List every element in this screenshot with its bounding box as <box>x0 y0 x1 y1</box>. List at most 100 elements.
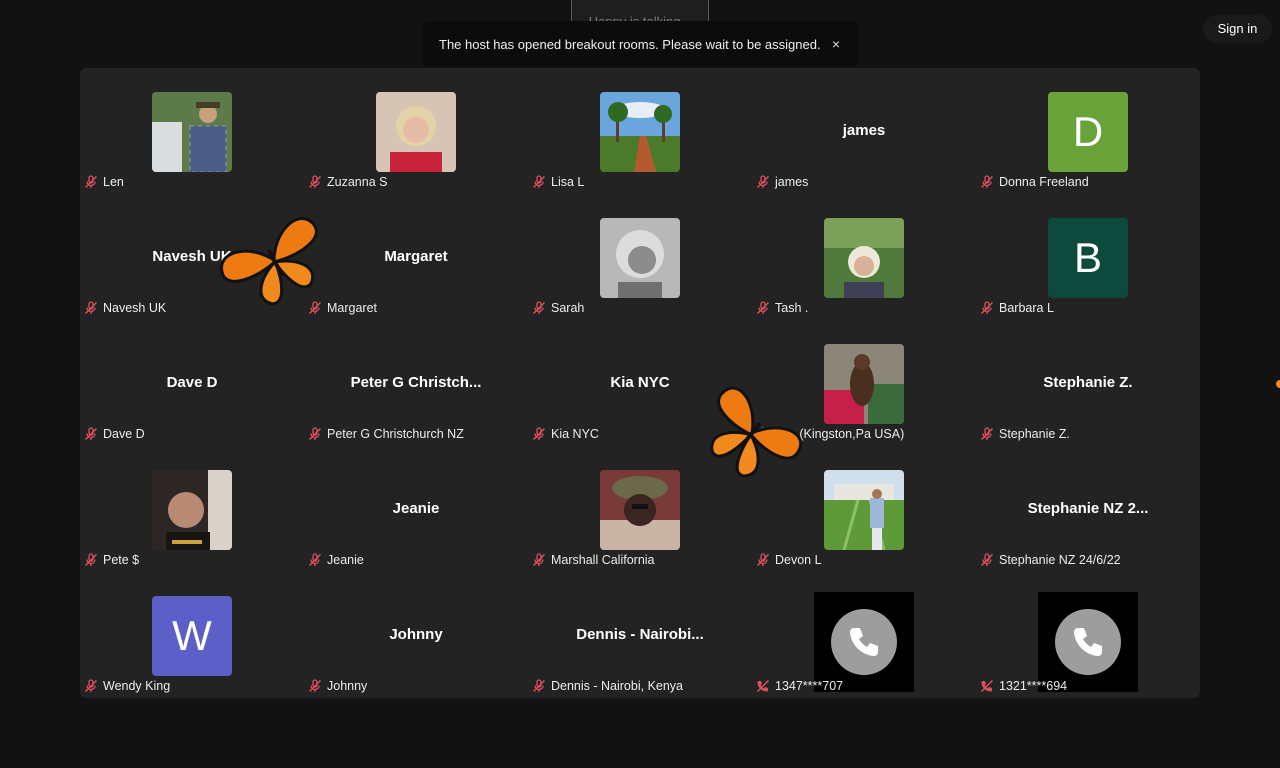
mic-muted-icon <box>756 301 770 315</box>
mic-muted-icon <box>532 679 546 693</box>
participant-tile[interactable]: Stephanie NZ 2... Stephanie NZ 24/6/22 <box>976 446 1200 572</box>
participant-video <box>824 470 904 550</box>
participant-name: Kia NYC <box>551 427 599 441</box>
participant-name: Zuzanna S <box>327 175 388 189</box>
participant-name-label: Len <box>84 174 124 190</box>
participant-name-label: Marshall California <box>532 552 655 568</box>
participant-name: Navesh UK <box>103 301 167 315</box>
participant-avatar: B <box>1048 218 1128 298</box>
mic-muted-icon <box>756 553 770 567</box>
participant-tile[interactable]: Tash . <box>752 194 976 320</box>
participant-name-label: Dennis - Nairobi, Kenya <box>532 678 683 694</box>
participant-video <box>824 218 904 298</box>
sign-in-button[interactable]: Sign in <box>1203 15 1272 43</box>
participant-name-label: Devon L <box>756 552 822 568</box>
participant-video <box>152 92 232 172</box>
participant-tile[interactable]: Pete $ <box>80 446 304 572</box>
participant-display-name: Jeanie <box>392 500 440 517</box>
participant-tile[interactable]: Margaret Margaret <box>304 194 528 320</box>
participant-tile[interactable]: james james <box>752 68 976 194</box>
butterfly-icon <box>220 217 318 306</box>
participant-name: james <box>775 175 809 189</box>
edge-indicator <box>1276 380 1280 388</box>
mic-muted-icon <box>308 553 322 567</box>
participant-name-label: Jeanie <box>308 552 364 568</box>
phone-participant-avatar <box>814 592 914 692</box>
participant-avatar: W <box>152 596 232 676</box>
participant-tile[interactable]: Jeanie Jeanie <box>304 446 528 572</box>
participant-tile[interactable]: Sarah <box>528 194 752 320</box>
participant-tile[interactable]: Dave D Dave D <box>80 320 304 446</box>
participant-name-label: Tash . <box>756 300 808 316</box>
participant-name: Devon L <box>775 553 822 567</box>
participant-tile[interactable]: 1321****694 <box>976 572 1200 698</box>
participant-avatar: D <box>1048 92 1128 172</box>
participant-tile[interactable]: D Donna Freeland <box>976 68 1200 194</box>
participant-name: Wendy King <box>103 679 171 693</box>
participant-name-label: Wendy King <box>84 678 170 694</box>
phone-icon <box>850 628 878 656</box>
mic-muted-icon <box>308 175 322 189</box>
participant-display-name: Stephanie Z. <box>1043 374 1133 391</box>
participant-display-name: Dave D <box>166 374 218 391</box>
participant-tile[interactable]: Stephanie Z. Stephanie Z. <box>976 320 1200 446</box>
participant-name-label: Kia NYC <box>532 426 599 442</box>
participant-name: Stephanie NZ 24/6/22 <box>999 553 1121 567</box>
participant-name-label: Stephanie NZ 24/6/22 <box>980 552 1121 568</box>
participant-name: 1347****707 <box>775 679 844 693</box>
participant-video <box>600 218 680 298</box>
phone-muted-icon <box>980 679 994 693</box>
mic-muted-icon <box>532 301 546 315</box>
participant-name-label: Navesh UK <box>84 300 166 316</box>
participant-tile[interactable]: Peter G Christch... Peter G Christchurch … <box>304 320 528 446</box>
participant-tile[interactable]: W Wendy King <box>80 572 304 698</box>
breakout-notification: The host has opened breakout rooms. Plea… <box>422 21 859 67</box>
participant-tile[interactable]: Len <box>80 68 304 194</box>
participant-name-label: Peter G Christchurch NZ <box>308 426 464 442</box>
phone-participant-avatar <box>1038 592 1138 692</box>
participant-display-name: james <box>842 122 886 139</box>
participant-name: Margaret <box>327 301 378 315</box>
participant-tile[interactable]: 1347****707 <box>752 572 976 698</box>
participant-name: 1321****694 <box>999 679 1068 693</box>
participant-video <box>600 470 680 550</box>
participant-name: Tash . <box>775 301 809 315</box>
phone-icon <box>1074 628 1102 656</box>
close-icon[interactable]: × <box>827 35 845 53</box>
mic-muted-icon <box>308 427 322 441</box>
mic-muted-icon <box>308 679 322 693</box>
participant-name-label: Donna Freeland <box>980 174 1089 190</box>
participant-video <box>152 470 232 550</box>
participant-tile[interactable]: Zuzanna S <box>304 68 528 194</box>
participant-name-label: Sarah <box>532 300 584 316</box>
mic-muted-icon <box>84 553 98 567</box>
mic-muted-icon <box>980 175 994 189</box>
participant-name-label: 1347****707 <box>756 678 843 694</box>
participant-name: Len <box>103 175 124 189</box>
mic-muted-icon <box>980 427 994 441</box>
mic-muted-icon <box>980 553 994 567</box>
mic-muted-icon <box>532 553 546 567</box>
participant-name: Dave D <box>103 427 145 441</box>
participant-name: Pete $ <box>103 553 140 567</box>
participant-name-label: Lisa L <box>532 174 584 190</box>
video-gallery: Len Zuzanna S Lisa L james james D Donna Freel… <box>80 68 1200 698</box>
participant-tile[interactable]: Dennis - Nairobi... Dennis - Nairobi, Ken… <box>528 572 752 698</box>
participant-name: Stephanie Z. <box>999 427 1070 441</box>
participant-tile[interactable]: B Barbara L <box>976 194 1200 320</box>
participant-name: Dennis - Nairobi, Kenya <box>551 679 684 693</box>
participant-name: Donna Freeland <box>999 175 1089 189</box>
participant-name-label: Johnny <box>308 678 367 694</box>
participant-tile[interactable]: Johnny Johnny <box>304 572 528 698</box>
participant-video <box>824 344 904 424</box>
phone-muted-icon <box>756 679 770 693</box>
participant-video <box>600 92 680 172</box>
participant-name-label: Pete $ <box>84 552 139 568</box>
participant-name: Barbara L <box>999 301 1054 315</box>
participant-display-name: Johnny <box>389 626 443 643</box>
participant-tile[interactable]: Lisa L <box>528 68 752 194</box>
participant-name: Peter G Christchurch NZ <box>327 427 464 441</box>
participant-name-label: 1321****694 <box>980 678 1067 694</box>
participant-name-label: james <box>756 174 808 190</box>
participant-display-name: Peter G Christch... <box>350 374 482 391</box>
